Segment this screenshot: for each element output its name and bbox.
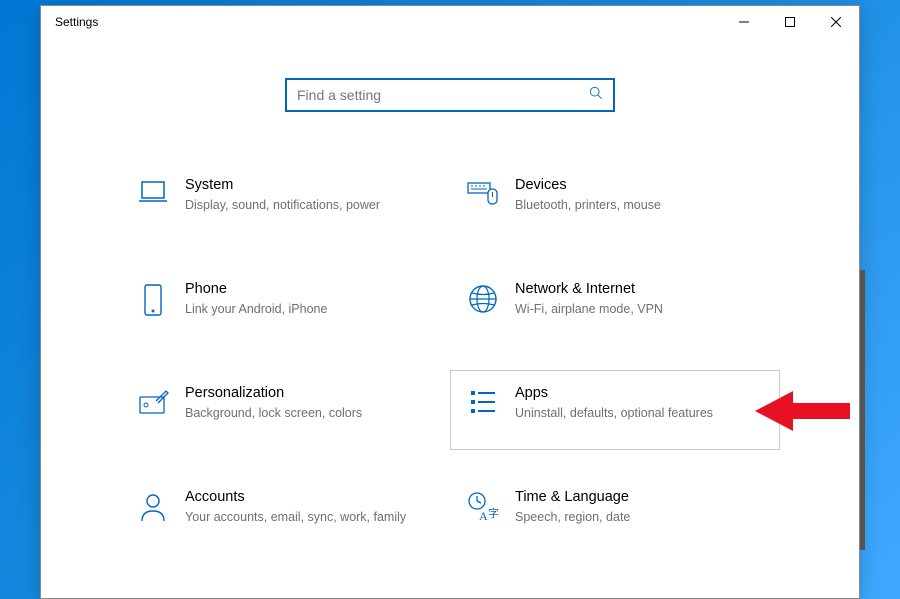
tile-phone[interactable]: Phone Link your Android, iPhone: [120, 266, 450, 346]
svg-text:A: A: [479, 509, 488, 523]
time-language-icon: A字: [459, 489, 507, 523]
person-icon: [129, 489, 177, 523]
tile-sub: Uninstall, defaults, optional features: [515, 405, 767, 422]
window-controls: [721, 6, 859, 38]
paint-icon: [129, 385, 177, 417]
tile-title: Network & Internet: [515, 281, 767, 297]
tile-network[interactable]: Network & Internet Wi-Fi, airplane mode,…: [450, 266, 780, 346]
settings-grid: System Display, sound, notifications, po…: [120, 162, 780, 554]
globe-icon: [459, 281, 507, 315]
tile-system[interactable]: System Display, sound, notifications, po…: [120, 162, 450, 242]
tile-sub: Speech, region, date: [515, 509, 767, 526]
tile-title: Accounts: [185, 489, 437, 505]
phone-icon: [129, 281, 177, 317]
tile-title: Time & Language: [515, 489, 767, 505]
tile-accounts[interactable]: Accounts Your accounts, email, sync, wor…: [120, 474, 450, 554]
tile-sub: Wi-Fi, airplane mode, VPN: [515, 301, 767, 318]
tile-devices[interactable]: Devices Bluetooth, printers, mouse: [450, 162, 780, 242]
svg-text:字: 字: [488, 506, 499, 520]
search-input[interactable]: [297, 87, 589, 103]
devices-icon: [459, 177, 507, 209]
list-icon: [459, 385, 507, 417]
tile-sub: Background, lock screen, colors: [185, 405, 437, 422]
content-area: System Display, sound, notifications, po…: [41, 38, 859, 554]
tile-title: Apps: [515, 385, 767, 401]
close-button[interactable]: [813, 6, 859, 38]
tile-sub: Your accounts, email, sync, work, family: [185, 509, 437, 526]
search-icon: [589, 86, 603, 105]
tile-title: Phone: [185, 281, 437, 297]
annotation-arrow-icon: [755, 386, 855, 441]
tile-title: Devices: [515, 177, 767, 193]
window-title: Settings: [55, 15, 98, 29]
tile-title: Personalization: [185, 385, 437, 401]
tile-apps[interactable]: Apps Uninstall, defaults, optional featu…: [450, 370, 780, 450]
tile-sub: Display, sound, notifications, power: [185, 197, 437, 214]
desktop-edge: [860, 270, 865, 550]
titlebar[interactable]: Settings: [41, 6, 859, 38]
maximize-button[interactable]: [767, 6, 813, 38]
settings-window: Settings Sys: [40, 5, 860, 599]
tile-personalization[interactable]: Personalization Background, lock screen,…: [120, 370, 450, 450]
tile-time-language[interactable]: A字 Time & Language Speech, region, date: [450, 474, 780, 554]
tile-sub: Link your Android, iPhone: [185, 301, 437, 318]
tile-title: System: [185, 177, 437, 193]
search-box[interactable]: [285, 78, 615, 112]
minimize-button[interactable]: [721, 6, 767, 38]
tile-sub: Bluetooth, printers, mouse: [515, 197, 767, 214]
laptop-icon: [129, 177, 177, 207]
